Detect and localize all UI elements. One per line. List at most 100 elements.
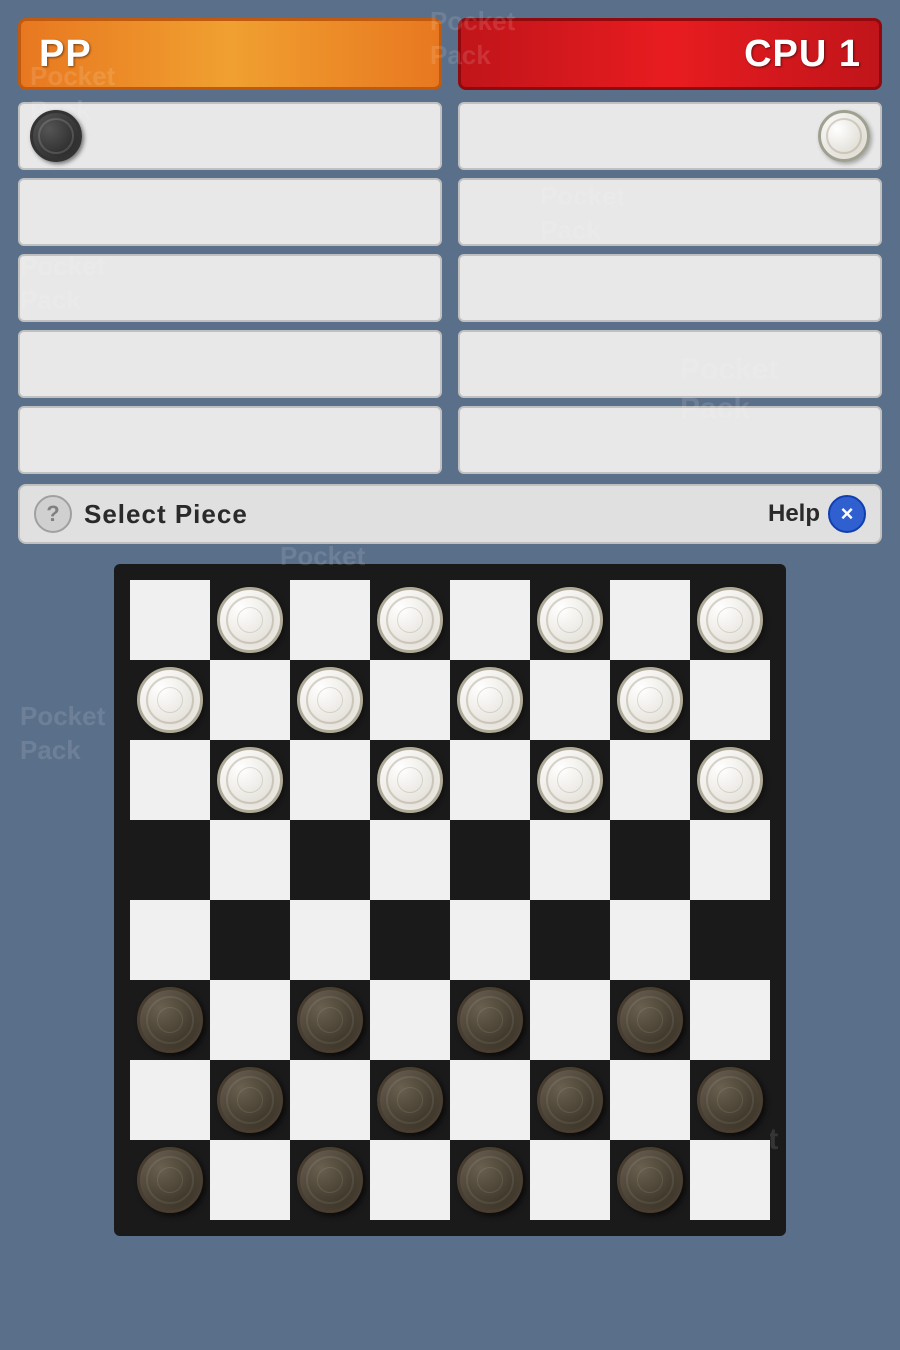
black-checker-piece — [30, 110, 82, 162]
help-section: Help × — [768, 495, 866, 533]
cell-2-2[interactable] — [290, 740, 370, 820]
board-piece-6-5[interactable] — [537, 1067, 603, 1133]
cell-3-3[interactable] — [370, 820, 450, 900]
cell-0-7[interactable] — [690, 580, 770, 660]
help-label: Help — [768, 500, 820, 528]
cell-4-5[interactable] — [530, 900, 610, 980]
cell-1-4[interactable] — [450, 660, 530, 740]
cell-4-3[interactable] — [370, 900, 450, 980]
cell-0-2[interactable] — [290, 580, 370, 660]
cell-2-7[interactable] — [690, 740, 770, 820]
cell-5-6[interactable] — [610, 980, 690, 1060]
cell-0-5[interactable] — [530, 580, 610, 660]
pp-piece-row-4 — [18, 330, 442, 398]
cell-3-4[interactable] — [450, 820, 530, 900]
cell-3-2[interactable] — [290, 820, 370, 900]
cell-5-4[interactable] — [450, 980, 530, 1060]
cell-2-5[interactable] — [530, 740, 610, 820]
board-piece-5-4[interactable] — [457, 987, 523, 1053]
cell-1-5[interactable] — [530, 660, 610, 740]
cell-1-7[interactable] — [690, 660, 770, 740]
cell-6-5[interactable] — [530, 1060, 610, 1140]
cell-7-3[interactable] — [370, 1140, 450, 1220]
board-piece-2-7[interactable] — [697, 747, 763, 813]
cell-5-5[interactable] — [530, 980, 610, 1060]
cell-5-1[interactable] — [210, 980, 290, 1060]
cell-3-6[interactable] — [610, 820, 690, 900]
cell-7-2[interactable] — [290, 1140, 370, 1220]
cell-0-0[interactable] — [130, 580, 210, 660]
cell-6-6[interactable] — [610, 1060, 690, 1140]
cell-6-1[interactable] — [210, 1060, 290, 1140]
cell-3-7[interactable] — [690, 820, 770, 900]
cell-7-0[interactable] — [130, 1140, 210, 1220]
cell-5-3[interactable] — [370, 980, 450, 1060]
board-piece-2-1[interactable] — [217, 747, 283, 813]
board-piece-0-7[interactable] — [697, 587, 763, 653]
cell-3-1[interactable] — [210, 820, 290, 900]
pieces-section — [18, 102, 882, 474]
cell-6-4[interactable] — [450, 1060, 530, 1140]
cell-7-5[interactable] — [530, 1140, 610, 1220]
board-piece-2-5[interactable] — [537, 747, 603, 813]
cell-5-7[interactable] — [690, 980, 770, 1060]
cell-1-3[interactable] — [370, 660, 450, 740]
board-piece-0-1[interactable] — [217, 587, 283, 653]
status-bar: ? Select Piece Help × — [18, 484, 882, 544]
board-piece-6-1[interactable] — [217, 1067, 283, 1133]
cell-3-0[interactable] — [130, 820, 210, 900]
cell-4-4[interactable] — [450, 900, 530, 980]
cell-5-0[interactable] — [130, 980, 210, 1060]
cell-0-1[interactable] — [210, 580, 290, 660]
cell-4-2[interactable] — [290, 900, 370, 980]
cell-6-2[interactable] — [290, 1060, 370, 1140]
board-piece-7-4[interactable] — [457, 1147, 523, 1213]
checkers-board[interactable] — [128, 578, 772, 1222]
cell-0-3[interactable] — [370, 580, 450, 660]
cpu-pieces-column — [458, 102, 882, 474]
board-piece-7-0[interactable] — [137, 1147, 203, 1213]
board-piece-1-0[interactable] — [137, 667, 203, 733]
cell-6-7[interactable] — [690, 1060, 770, 1140]
cell-4-0[interactable] — [130, 900, 210, 980]
board-piece-1-6[interactable] — [617, 667, 683, 733]
cell-7-7[interactable] — [690, 1140, 770, 1220]
cell-6-0[interactable] — [130, 1060, 210, 1140]
cell-2-0[interactable] — [130, 740, 210, 820]
board-piece-0-5[interactable] — [537, 587, 603, 653]
cell-6-3[interactable] — [370, 1060, 450, 1140]
cell-7-4[interactable] — [450, 1140, 530, 1220]
cell-1-0[interactable] — [130, 660, 210, 740]
board-outer — [114, 564, 786, 1236]
board-piece-6-7[interactable] — [697, 1067, 763, 1133]
board-piece-2-3[interactable] — [377, 747, 443, 813]
status-text: Select Piece — [84, 499, 756, 530]
cell-4-6[interactable] — [610, 900, 690, 980]
board-piece-5-6[interactable] — [617, 987, 683, 1053]
board-piece-7-6[interactable] — [617, 1147, 683, 1213]
cell-1-1[interactable] — [210, 660, 290, 740]
board-piece-7-2[interactable] — [297, 1147, 363, 1213]
board-piece-1-4[interactable] — [457, 667, 523, 733]
cell-0-4[interactable] — [450, 580, 530, 660]
cell-7-1[interactable] — [210, 1140, 290, 1220]
cell-1-2[interactable] — [290, 660, 370, 740]
cell-2-6[interactable] — [610, 740, 690, 820]
board-piece-5-2[interactable] — [297, 987, 363, 1053]
cell-0-6[interactable] — [610, 580, 690, 660]
board-piece-5-0[interactable] — [137, 987, 203, 1053]
cell-7-6[interactable] — [610, 1140, 690, 1220]
board-piece-1-2[interactable] — [297, 667, 363, 733]
board-piece-0-3[interactable] — [377, 587, 443, 653]
cell-4-1[interactable] — [210, 900, 290, 980]
cell-2-4[interactable] — [450, 740, 530, 820]
cell-3-5[interactable] — [530, 820, 610, 900]
cell-4-7[interactable] — [690, 900, 770, 980]
close-button[interactable]: × — [828, 495, 866, 533]
cell-2-1[interactable] — [210, 740, 290, 820]
board-piece-6-3[interactable] — [377, 1067, 443, 1133]
cell-5-2[interactable] — [290, 980, 370, 1060]
cell-1-6[interactable] — [610, 660, 690, 740]
cell-2-3[interactable] — [370, 740, 450, 820]
cpu-piece-row-5 — [458, 406, 882, 474]
